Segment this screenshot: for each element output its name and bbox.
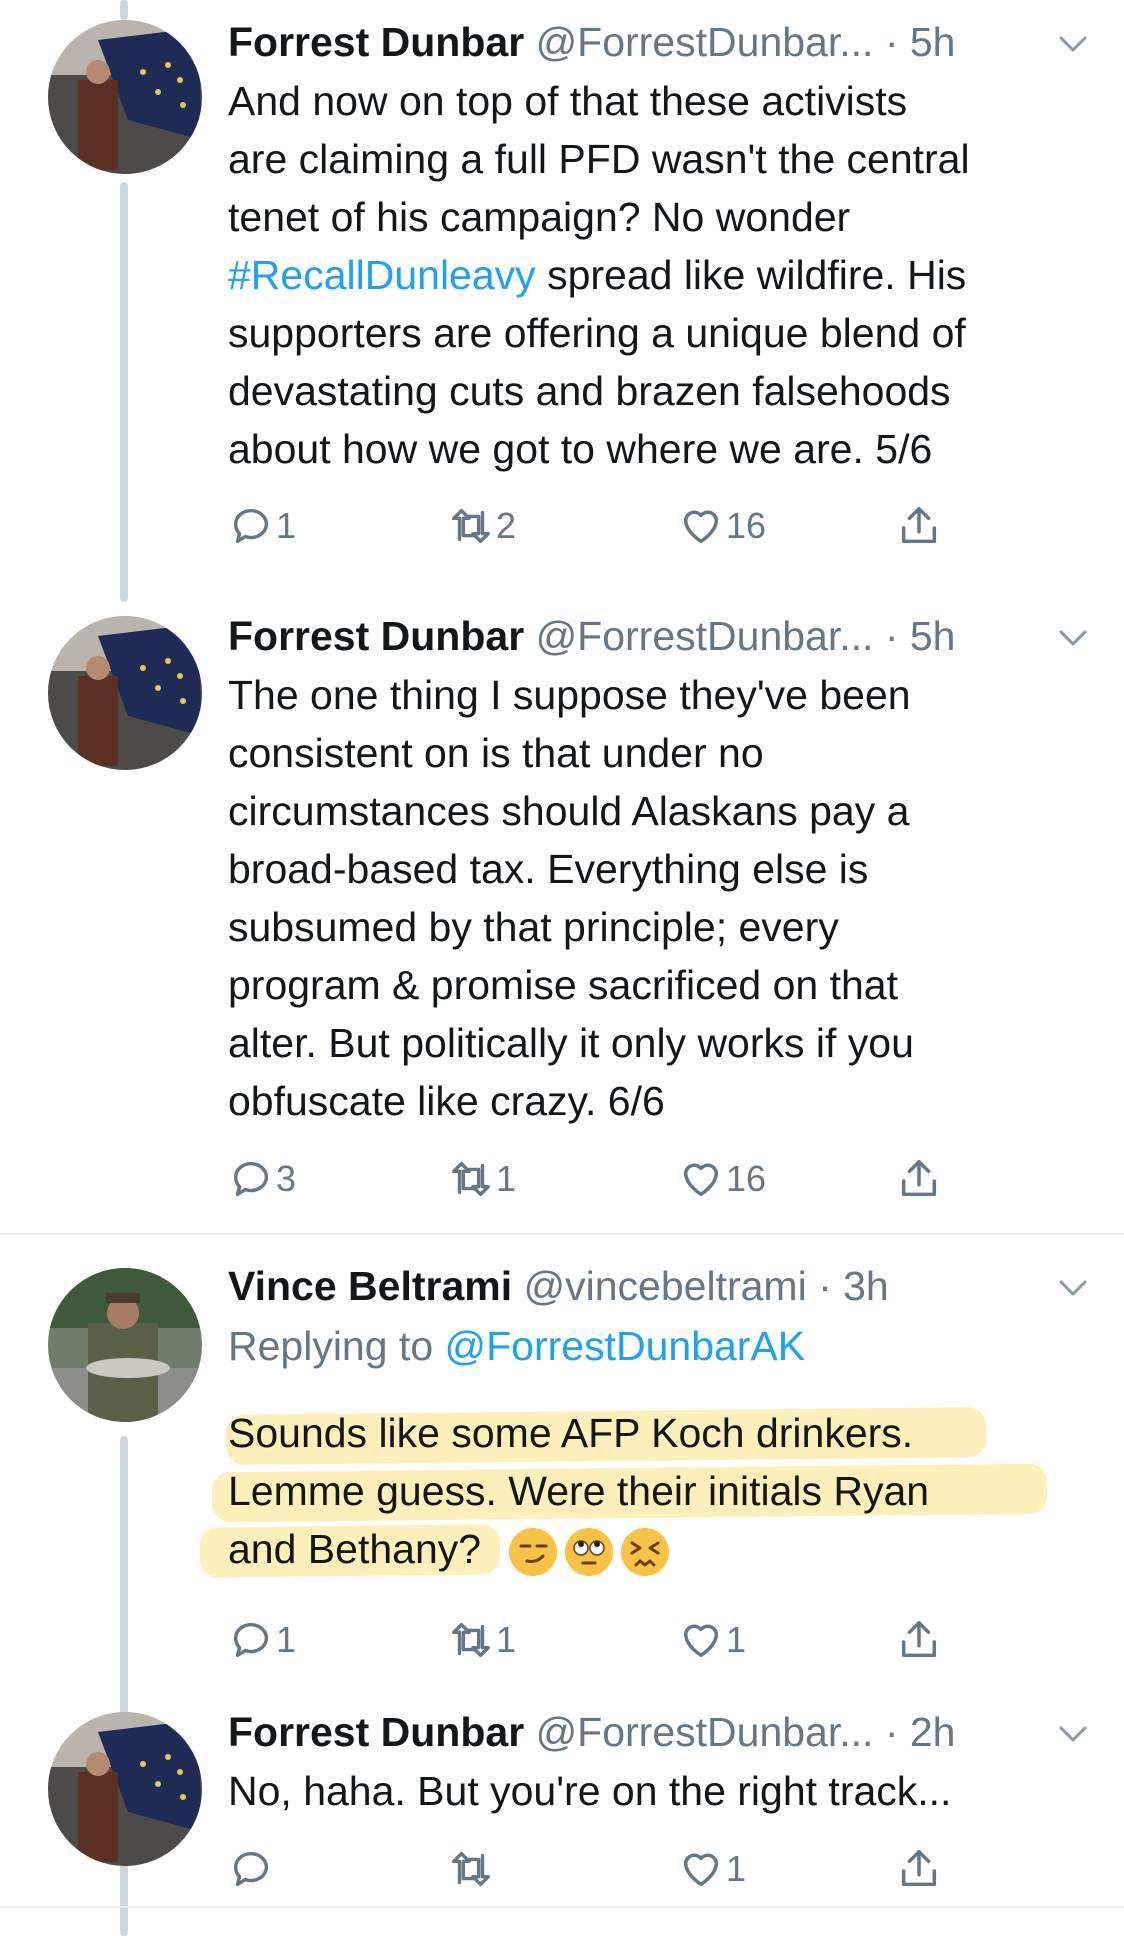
user-handle[interactable]: @ForrestDunbar... [536, 19, 874, 65]
chevron-down-icon[interactable] [1058, 1278, 1088, 1298]
timestamp[interactable]: · 3h [818, 1263, 889, 1309]
retweet-icon [448, 1846, 494, 1892]
like-count: 1 [726, 1619, 747, 1660]
reply-count: 1 [276, 505, 297, 546]
replying-to: Replying to @ForrestDunbarAK [228, 1323, 806, 1369]
display-name[interactable]: Vince Beltrami [228, 1263, 512, 1309]
reply-icon [228, 1617, 274, 1663]
tweet-text: The one thing I suppose they've been con… [228, 672, 914, 1124]
share-icon [896, 1617, 942, 1663]
tweet-header: Forrest Dunbar @ForrestDunbar... · 5h [228, 18, 1064, 66]
like-count: 16 [726, 505, 767, 546]
retweet-count: 2 [496, 505, 517, 546]
hashtag-link[interactable]: #RecallDunleavy [228, 252, 536, 298]
heart-icon [678, 1156, 724, 1202]
smirking-face-icon [509, 1528, 558, 1577]
retweet-icon [448, 1617, 494, 1663]
reply-count: 1 [276, 1619, 297, 1660]
thread-line [120, 182, 128, 602]
display-name[interactable]: Forrest Dunbar [228, 1709, 524, 1755]
mention-link[interactable]: @ForrestDunbarAK [445, 1323, 806, 1369]
share-icon [896, 1156, 942, 1202]
reply-count: 3 [276, 1158, 297, 1199]
chevron-down-icon[interactable] [1058, 1724, 1088, 1744]
heart-icon [678, 1846, 724, 1892]
like-button[interactable]: 16 [678, 1155, 766, 1203]
tweet-header: Vince Beltrami @vincebeltrami · 3h [228, 1262, 1064, 1310]
user-handle[interactable]: @vincebeltrami [524, 1263, 807, 1309]
tweet-actions: 1 1 1 [228, 1616, 1068, 1664]
retweet-icon [448, 503, 494, 549]
reply-button[interactable] [228, 1845, 276, 1893]
heart-icon [678, 1617, 724, 1663]
chevron-down-icon[interactable] [1058, 628, 1088, 648]
tweet-header: Forrest Dunbar @ForrestDunbar... · 2h [228, 1708, 1064, 1756]
tweet-text: No, haha. But you're on the right track.… [228, 1768, 952, 1814]
like-count: 16 [726, 1158, 767, 1199]
tweet-text: Sounds like some AFP Koch drinkers. Lemm… [228, 1404, 1088, 1578]
timestamp[interactable]: · 2h [885, 1709, 956, 1755]
chevron-down-icon[interactable] [1058, 34, 1088, 54]
thread-line [120, 0, 128, 20]
like-button[interactable]: 16 [678, 502, 766, 550]
divider [0, 1233, 1124, 1235]
retweet-button[interactable]: 1 [448, 1155, 516, 1203]
tweet-header: Forrest Dunbar @ForrestDunbar... · 5h [228, 612, 1064, 660]
share-icon [896, 1846, 942, 1892]
retweet-icon [448, 1156, 494, 1202]
timestamp[interactable]: · 5h [885, 613, 956, 659]
avatar[interactable] [48, 1268, 202, 1422]
display-name[interactable]: Forrest Dunbar [228, 19, 524, 65]
like-count: 1 [726, 1848, 747, 1889]
timestamp[interactable]: · 5h [885, 19, 956, 65]
retweet-button[interactable] [448, 1845, 496, 1893]
share-button[interactable] [896, 1845, 942, 1893]
heart-icon [678, 503, 724, 549]
user-handle[interactable]: @ForrestDunbar... [536, 1709, 874, 1755]
share-button[interactable] [896, 502, 942, 550]
tweet-actions: 1 [228, 1845, 1068, 1893]
share-button[interactable] [896, 1155, 942, 1203]
reply-button[interactable]: 1 [228, 1616, 296, 1664]
tweet-text: And now on top of that these activists a… [228, 78, 970, 472]
share-icon [896, 503, 942, 549]
tweet-actions: 1 2 16 [228, 502, 1068, 550]
like-button[interactable]: 1 [678, 1845, 746, 1893]
avatar[interactable] [48, 20, 202, 174]
eye-roll-face-icon [565, 1528, 614, 1577]
avatar[interactable] [48, 1712, 202, 1866]
like-button[interactable]: 1 [678, 1616, 746, 1664]
divider [0, 1906, 1124, 1908]
retweet-button[interactable]: 2 [448, 502, 516, 550]
confounded-face-icon [621, 1528, 670, 1577]
tweet-actions: 3 1 16 [228, 1155, 1068, 1203]
reply-button[interactable]: 1 [228, 502, 296, 550]
user-handle[interactable]: @ForrestDunbar... [536, 613, 874, 659]
retweet-count: 1 [496, 1619, 517, 1660]
share-button[interactable] [896, 1616, 942, 1664]
reply-icon [228, 1846, 274, 1892]
retweet-button[interactable]: 1 [448, 1616, 516, 1664]
avatar[interactable] [48, 616, 202, 770]
reply-icon [228, 503, 274, 549]
reply-icon [228, 1156, 274, 1202]
retweet-count: 1 [496, 1158, 517, 1199]
display-name[interactable]: Forrest Dunbar [228, 613, 524, 659]
reply-button[interactable]: 3 [228, 1155, 296, 1203]
